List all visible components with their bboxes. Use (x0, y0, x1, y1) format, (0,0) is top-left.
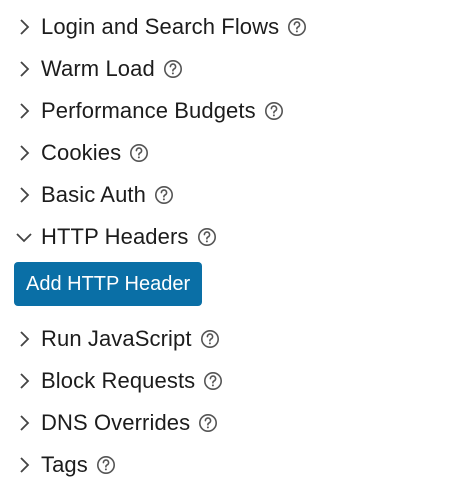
question-circle-icon[interactable] (203, 371, 223, 391)
section-block-requests[interactable]: Block Requests (14, 364, 223, 398)
section-dns-overrides[interactable]: DNS Overrides (14, 406, 218, 440)
chevron-right-icon (14, 17, 34, 37)
question-circle-icon[interactable] (163, 59, 183, 79)
chevron-right-icon (14, 413, 34, 433)
chevron-right-icon (14, 371, 34, 391)
chevron-right-icon (14, 185, 34, 205)
chevron-right-icon (14, 59, 34, 79)
question-circle-icon[interactable] (129, 143, 149, 163)
section-label: Performance Budgets (41, 98, 256, 123)
section-label: Login and Search Flows (41, 14, 280, 39)
section-http-headers[interactable]: HTTP Headers (14, 220, 217, 254)
chevron-right-icon (14, 101, 34, 121)
question-circle-icon[interactable] (287, 17, 307, 37)
add-http-header-button[interactable]: Add HTTP Header (14, 262, 203, 306)
section-basic-auth[interactable]: Basic Auth (14, 178, 174, 212)
section-warm-load[interactable]: Warm Load (14, 52, 183, 86)
section-label: HTTP Headers (41, 224, 189, 249)
advanced-settings-panel: Login and Search Flows Warm Load Perform… (0, 0, 471, 494)
section-tags[interactable]: Tags (14, 448, 116, 482)
question-circle-icon[interactable] (200, 329, 220, 349)
section-cookies[interactable]: Cookies (14, 136, 149, 170)
section-run-javascript[interactable]: Run JavaScript (14, 322, 220, 356)
section-performance-budgets[interactable]: Performance Budgets (14, 94, 284, 128)
question-circle-icon[interactable] (264, 101, 284, 121)
section-label: Basic Auth (41, 182, 146, 207)
chevron-down-icon (14, 227, 34, 247)
section-login-and-search-flows[interactable]: Login and Search Flows (14, 10, 307, 44)
section-label: Warm Load (41, 56, 155, 81)
section-label: Run JavaScript (41, 326, 192, 351)
question-circle-icon[interactable] (154, 185, 174, 205)
section-label: DNS Overrides (41, 410, 191, 435)
chevron-right-icon (14, 143, 34, 163)
question-circle-icon[interactable] (197, 227, 217, 247)
section-label: Block Requests (41, 368, 196, 393)
section-label: Cookies (41, 140, 122, 165)
chevron-right-icon (14, 455, 34, 475)
chevron-right-icon (14, 329, 34, 349)
section-label: Tags (41, 452, 88, 477)
question-circle-icon[interactable] (96, 455, 116, 475)
question-circle-icon[interactable] (198, 413, 218, 433)
